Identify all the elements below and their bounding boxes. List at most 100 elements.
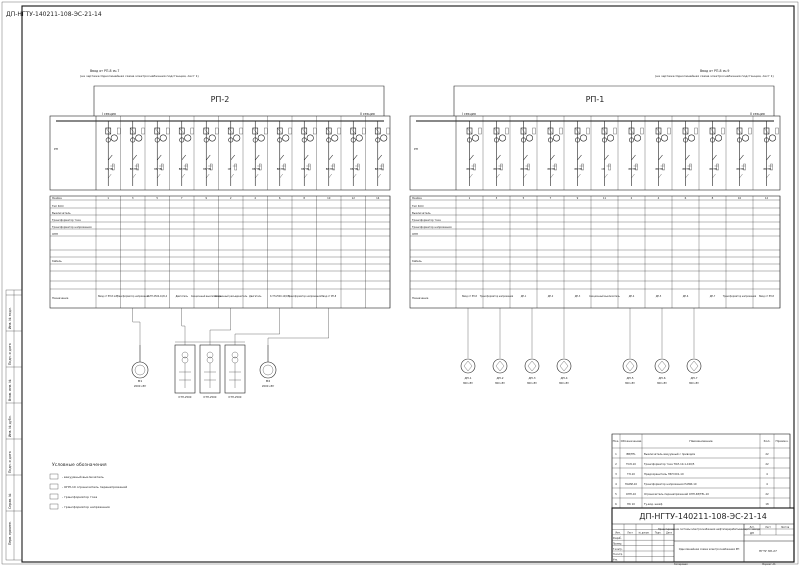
feed-line bbox=[93, 85, 385, 116]
spec-cell: 4 bbox=[766, 482, 768, 486]
switchgear-cell: ВВ/TEL bbox=[365, 116, 390, 190]
measuring-transformer-icon bbox=[660, 134, 668, 142]
disconnector-icon bbox=[132, 154, 137, 161]
cell-number: 7 bbox=[550, 196, 552, 200]
cell-purpose: Трансформатор напряжения bbox=[480, 295, 514, 298]
switchgear-cell: ВВ/TEL bbox=[169, 116, 194, 190]
spec-cell: 4 bbox=[766, 472, 768, 476]
motor-icon bbox=[259, 361, 277, 379]
legend-title: Условные обозначения bbox=[52, 462, 107, 468]
switchgear-cabinet bbox=[409, 115, 781, 191]
switchgear-cell: ВВ/TEL bbox=[725, 116, 752, 190]
table-row-title: Назначение bbox=[412, 296, 429, 300]
switchgear-rp2: Ввод от РП-8 яч.7(на чертеже Однолинейна… bbox=[49, 69, 391, 309]
measuring-transformer-icon bbox=[552, 134, 560, 142]
ktp-label: КТП-2500 bbox=[179, 395, 192, 399]
device-label: ВВ/TEL bbox=[629, 168, 638, 171]
section-title: РП-2 bbox=[211, 95, 230, 104]
drawing-code: ДП-НГТУ-140211-108-ЭС-21-14 bbox=[639, 512, 767, 521]
measuring-transformer-icon bbox=[257, 134, 265, 142]
device-label: ВВ/TEL bbox=[375, 168, 384, 171]
pump-rating: 800 кВт bbox=[527, 382, 537, 385]
measuring-transformer-icon bbox=[633, 134, 641, 142]
measuring-transformer-icon bbox=[741, 134, 749, 142]
bus-label: II секция bbox=[360, 112, 375, 116]
cell-number: 6 bbox=[279, 196, 281, 200]
switchgear-cell: СВ bbox=[218, 116, 243, 190]
disconnector-icon bbox=[685, 154, 690, 161]
side-strip-label: Подп. и дата bbox=[8, 343, 12, 365]
feed-note: Ввод от РП-8 яч.7 bbox=[90, 69, 119, 73]
cell-number: 9 bbox=[205, 196, 207, 200]
stage-value: ДП bbox=[750, 531, 754, 535]
pump-rating: 800 кВт bbox=[689, 382, 699, 385]
spec-cell: Трансформатор напряжения НАМИ-10 bbox=[644, 482, 697, 486]
legend-symbol bbox=[49, 503, 59, 510]
device-label: ВВ/TEL bbox=[105, 168, 114, 171]
cell-purpose: Двигатель bbox=[176, 295, 189, 298]
device-label: ВВ/TEL bbox=[350, 168, 359, 171]
cell-purpose: Двигатель bbox=[249, 295, 262, 298]
spec-cell: ВВ/TEL bbox=[626, 452, 636, 456]
table-row-title: Тип КСО bbox=[52, 204, 64, 208]
feeder-cable bbox=[234, 308, 280, 345]
spec-cell: 18 bbox=[765, 502, 769, 506]
switchgear-cell: ВВ/TEL bbox=[95, 116, 121, 190]
switchgear-cell: ВВ/TEL bbox=[698, 116, 725, 190]
cell-purpose: Ввод от РП-8 bbox=[462, 295, 477, 298]
title-block-col-header: Изм. bbox=[615, 532, 620, 535]
ktp-label: КТП-2500 bbox=[204, 395, 217, 399]
table-row-title: Трансформатор напряжения bbox=[52, 225, 92, 229]
title-block-col-header: Подп. bbox=[655, 532, 662, 535]
spec-cell: ТОЛ-10 bbox=[626, 462, 636, 466]
device-label: ВВ/TEL bbox=[277, 168, 286, 171]
switchgear-cabinet bbox=[49, 115, 391, 191]
table-row-title: Трансформатор тока bbox=[52, 218, 81, 222]
cell-number: 11 bbox=[603, 196, 607, 200]
cabinet-tag: РП bbox=[414, 147, 418, 151]
measuring-transformer-icon bbox=[233, 134, 241, 142]
switchgear-cell: ВВ/TEL bbox=[193, 116, 219, 190]
bus-label: I секция bbox=[102, 112, 116, 116]
disconnector-icon bbox=[206, 154, 211, 161]
cell-purpose: Трансформатор напряжения bbox=[288, 295, 322, 298]
side-strip-label: Подп. и дата bbox=[8, 451, 12, 473]
measuring-transformer-icon bbox=[282, 134, 290, 142]
title-block-role: Разраб. bbox=[613, 537, 622, 540]
spec-cell: 22 bbox=[765, 462, 769, 466]
switchgear-cell: ВВ/TEL bbox=[120, 116, 145, 190]
cell-purpose: Ввод от РП-8 bbox=[321, 295, 336, 298]
measuring-transformer-icon bbox=[471, 134, 479, 142]
measuring-transformer-icon bbox=[579, 134, 587, 142]
disconnector-icon bbox=[739, 154, 744, 161]
motor-rating: 2000 кВт bbox=[262, 384, 275, 388]
disconnector-icon bbox=[108, 154, 113, 161]
spec-cell: ТЛ-10 bbox=[627, 472, 635, 476]
cell-number: 5 bbox=[156, 196, 158, 200]
device-label: ВВ/TEL bbox=[494, 168, 503, 171]
spec-cell: Выключатель вакуумный с приводом bbox=[644, 452, 695, 456]
title-block: ДП-НГТУ-140211-108-ЭС-21-14 Изм. Лист № док… bbox=[611, 507, 795, 566]
title-block-role: Провер. bbox=[613, 542, 622, 545]
project-name: Проектирование системы электроснабжения … bbox=[658, 528, 761, 531]
measuring-transformer-icon bbox=[208, 134, 216, 142]
spec-cell: Ту-вод. шкаф bbox=[644, 502, 663, 506]
measuring-transformer-icon bbox=[768, 134, 776, 142]
side-strip-label: Перв. примен. bbox=[8, 521, 12, 545]
cell-number: 10 bbox=[327, 196, 331, 200]
legend-symbol bbox=[49, 493, 59, 500]
rotated-drawing-code: ДП-НГТУ-140211-108-ЭС-21-14 bbox=[6, 11, 102, 18]
legend-item: - трансформатор напряжения bbox=[62, 505, 110, 509]
table-row-title: Ячейка bbox=[52, 196, 62, 200]
switchgear-cell: ВВ/TEL bbox=[267, 116, 292, 190]
disconnector-icon bbox=[230, 154, 235, 161]
cell-purpose: К-ТП-2500-10/0,4 bbox=[148, 295, 168, 298]
disconnector-icon bbox=[377, 154, 382, 161]
cell-purpose: Секционный выключатель bbox=[589, 295, 620, 298]
device-label: ВВ/TEL bbox=[710, 168, 719, 171]
pump-rating: 800 кВт bbox=[625, 382, 635, 385]
measuring-transformer-icon bbox=[606, 134, 614, 142]
cell-purpose: Трансформатор напряжения bbox=[116, 295, 150, 298]
measuring-transformer-icon bbox=[525, 134, 533, 142]
disconnector-icon bbox=[328, 154, 333, 161]
